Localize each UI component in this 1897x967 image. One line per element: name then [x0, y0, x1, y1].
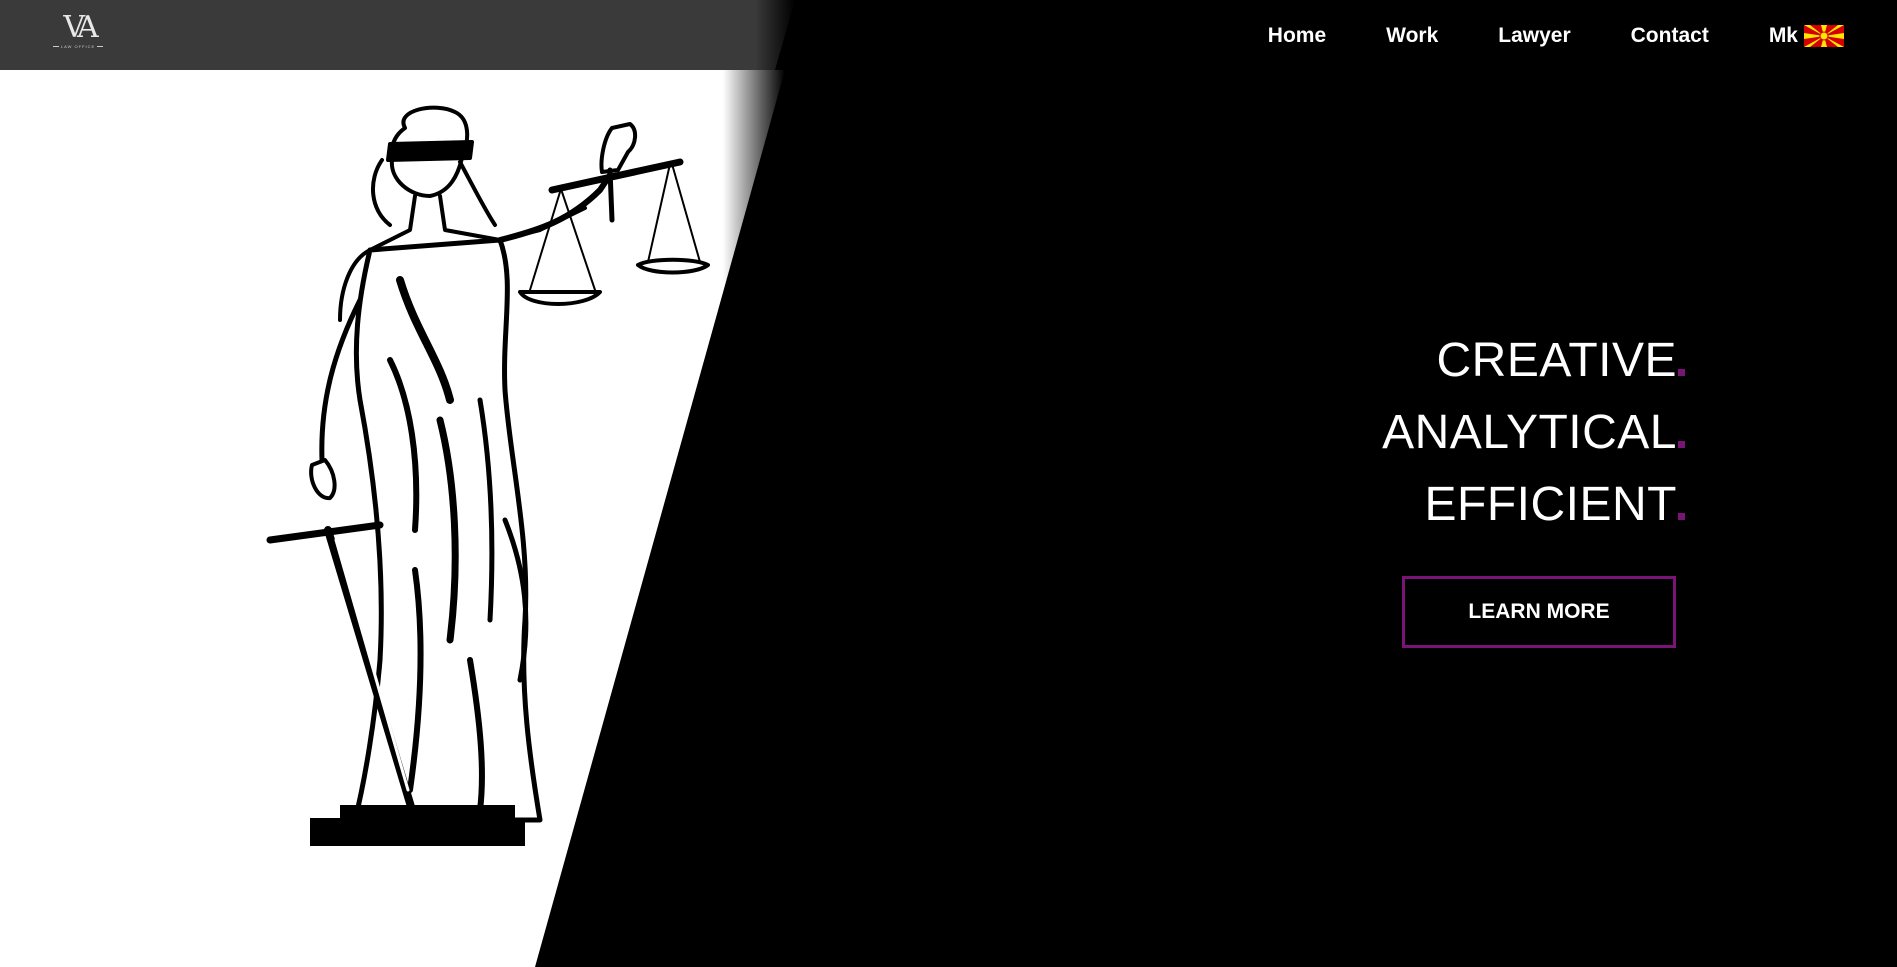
nav-link-work[interactable]: Work — [1386, 22, 1438, 50]
tagline-creative: CREATIVE — [1382, 325, 1685, 397]
language-label: Mk — [1768, 24, 1798, 47]
learn-more-button[interactable]: LEARN MORE — [1402, 576, 1676, 648]
accent-dot — [1678, 441, 1685, 448]
nav-links: Home Work Lawyer Contact Mk — [1208, 22, 1844, 50]
accent-dot — [1678, 369, 1685, 376]
lady-justice-statue-icon — [266, 105, 710, 846]
hero-taglines: CREATIVE ANALYTICAL EFFICIENT — [1382, 325, 1685, 541]
nav-link-contact[interactable]: Contact — [1631, 22, 1709, 50]
logo-mark: VA — [63, 10, 98, 45]
nav-link-home[interactable]: Home — [1268, 22, 1326, 50]
nav-link-lawyer[interactable]: Lawyer — [1498, 22, 1570, 50]
logo[interactable]: VA LAW OFFICE — [48, 10, 108, 54]
accent-dot — [1678, 513, 1685, 520]
tagline-efficient: EFFICIENT — [1382, 469, 1685, 541]
language-switcher[interactable]: Mk — [1769, 22, 1844, 50]
macedonia-flag-icon — [1804, 25, 1844, 47]
tagline-analytical: ANALYTICAL — [1382, 397, 1685, 469]
navbar: VA LAW OFFICE Home Work Lawyer Contact M… — [0, 0, 1897, 70]
logo-subtitle: LAW OFFICE — [48, 44, 108, 49]
